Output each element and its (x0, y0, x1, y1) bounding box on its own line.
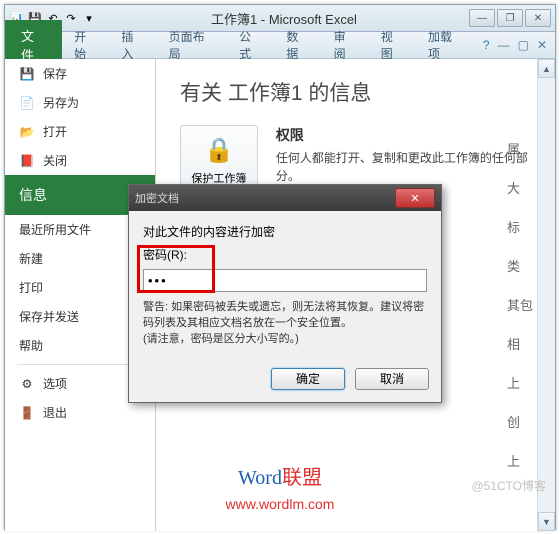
close-button[interactable]: ✕ (525, 9, 551, 27)
truncated-properties: 属 大 标 类 其包 相 上 创 上 (507, 139, 533, 470)
sidebar-open[interactable]: 📂打开 (5, 117, 155, 146)
password-input[interactable] (143, 269, 427, 292)
permissions-title: 权限 (276, 125, 531, 145)
close-icon: 📕 (19, 153, 35, 169)
password-warning: 警告: 如果密码被丢失或遗忘，则无法将其恢复。建议将密码列表及其相应文档名放在一… (143, 300, 427, 348)
sidebar-save[interactable]: 💾保存 (5, 59, 155, 88)
scroll-up-icon[interactable]: ▲ (538, 59, 555, 78)
dialog-close-button[interactable]: ✕ (395, 188, 435, 208)
scroll-track[interactable] (538, 77, 555, 513)
window-controls: — ❐ ✕ (467, 9, 555, 27)
watermark-url: www.wordlm.com (0, 496, 560, 512)
open-icon: 📂 (19, 124, 35, 140)
separator (17, 364, 143, 365)
save-icon: 💾 (19, 66, 35, 82)
sidebar-close[interactable]: 📕关闭 (5, 146, 155, 175)
dialog-instruction: 对此文件的内容进行加密 (143, 223, 427, 240)
dialog-titlebar[interactable]: 加密文档 ✕ (129, 185, 441, 211)
ribbon-min-icon[interactable]: — (498, 38, 510, 52)
help-icon[interactable]: ? (483, 38, 490, 52)
doc-close-icon[interactable]: ✕ (537, 38, 547, 52)
password-label: 密码(R): (143, 246, 427, 263)
options-icon: ⚙ (19, 376, 35, 392)
dialog-title: 加密文档 (135, 190, 179, 206)
doc-restore-icon[interactable]: ▢ (518, 38, 529, 52)
restore-button[interactable]: ❐ (497, 9, 523, 27)
corner-watermark: @51CTO博客 (471, 477, 546, 494)
sidebar-saveas[interactable]: 📄另存为 (5, 88, 155, 117)
permissions-desc: 任何人都能打开、复制和更改此工作簿的任何部分。 (276, 149, 531, 185)
saveas-icon: 📄 (19, 95, 35, 111)
exit-icon: 🚪 (19, 405, 35, 421)
encrypt-dialog: 加密文档 ✕ 对此文件的内容进行加密 密码(R): 警告: 如果密码被丢失或遗忘… (128, 184, 442, 403)
ok-button[interactable]: 确定 (271, 368, 345, 390)
page-title: 有关 工作簿1 的信息 (180, 77, 531, 107)
cancel-button[interactable]: 取消 (355, 368, 429, 390)
scroll-down-icon[interactable]: ▼ (538, 512, 555, 531)
lock-icon: 🔒 (203, 134, 235, 166)
ribbon-tabs: 文件 开始 插入 页面布局 公式 数据 审阅 视图 加载项 ? — ▢ ✕ (5, 32, 555, 59)
ribbon-help: ? — ▢ ✕ (475, 38, 555, 52)
